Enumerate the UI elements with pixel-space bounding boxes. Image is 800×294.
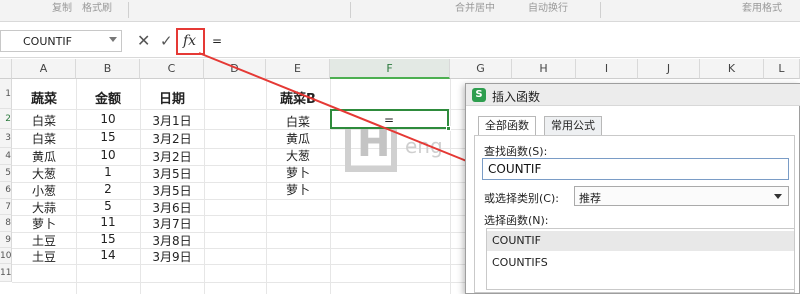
chevron-down-icon[interactable]	[774, 194, 782, 199]
dialog-title-bar[interactable]: S 插入函数	[466, 84, 800, 106]
function-list[interactable]: COUNTIF COUNTIFS	[486, 228, 795, 290]
tab-common-formulas[interactable]: 常用公式	[544, 116, 602, 136]
category-label: 或选择类别(C):	[484, 192, 559, 205]
search-function-input[interactable]	[482, 158, 789, 180]
annotation-arrow-line	[198, 52, 475, 165]
insert-function-dialog: S 插入函数 全部函数 常用公式 查找函数(S): 或选择类别(C): 推荐 选…	[465, 83, 800, 294]
search-function-label: 查找函数(S):	[484, 145, 548, 158]
category-select-value: 推荐	[579, 192, 601, 205]
tab-all-functions[interactable]: 全部函数	[478, 116, 536, 136]
category-select[interactable]: 推荐	[574, 186, 789, 206]
function-list-item-countif[interactable]: COUNTIF	[487, 231, 794, 251]
dialog-title: 插入函数	[492, 90, 541, 104]
wps-logo-icon: S	[472, 88, 486, 102]
select-function-label: 选择函数(N):	[484, 214, 549, 227]
function-list-item-countifs[interactable]: COUNTIFS	[487, 253, 794, 273]
